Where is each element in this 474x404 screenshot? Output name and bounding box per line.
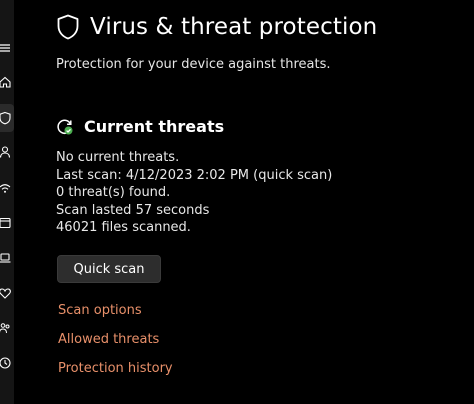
current-threats-header: Current threats [56, 117, 224, 136]
files-scanned-text: 46021 files scanned. [56, 220, 191, 235]
home-icon[interactable] [0, 74, 13, 90]
section-title: Current threats [84, 117, 225, 136]
shield-icon[interactable] [0, 110, 13, 126]
refresh-check-icon [57, 119, 73, 134]
menu-icon[interactable] [0, 40, 13, 56]
heart-icon[interactable] [0, 285, 13, 301]
main-content: Virus & threat protection Protection for… [14, 0, 434, 404]
status-text: No current threats. [56, 150, 180, 165]
threat-status: No current threats. Last scan: 4/12/2023… [56, 149, 332, 237]
scan-duration-text: Scan lasted 57 seconds [56, 202, 210, 218]
scan-options-link[interactable]: Scan options [58, 303, 142, 318]
last-scan-text: Last scan: 4/12/2023 2:02 PM (quick scan… [56, 167, 333, 183]
laptop-icon[interactable] [0, 250, 13, 266]
app-browser-icon[interactable] [0, 215, 13, 231]
quick-scan-button[interactable]: Quick scan [57, 255, 161, 283]
threats-found-text: 0 threat(s) found. [56, 185, 171, 200]
sidebar [0, 0, 14, 404]
wifi-icon[interactable] [0, 180, 13, 196]
allowed-threats-link[interactable]: Allowed threats [58, 332, 159, 347]
person-icon[interactable] [0, 144, 13, 160]
page-header: Virus & threat protection [56, 14, 377, 40]
page-title: Virus & threat protection [90, 14, 378, 40]
shield-icon [57, 14, 79, 40]
family-icon[interactable] [0, 320, 13, 336]
protection-history-link[interactable]: Protection history [58, 361, 173, 376]
page-subtitle: Protection for your device against threa… [56, 57, 331, 72]
history-icon[interactable] [0, 355, 13, 371]
